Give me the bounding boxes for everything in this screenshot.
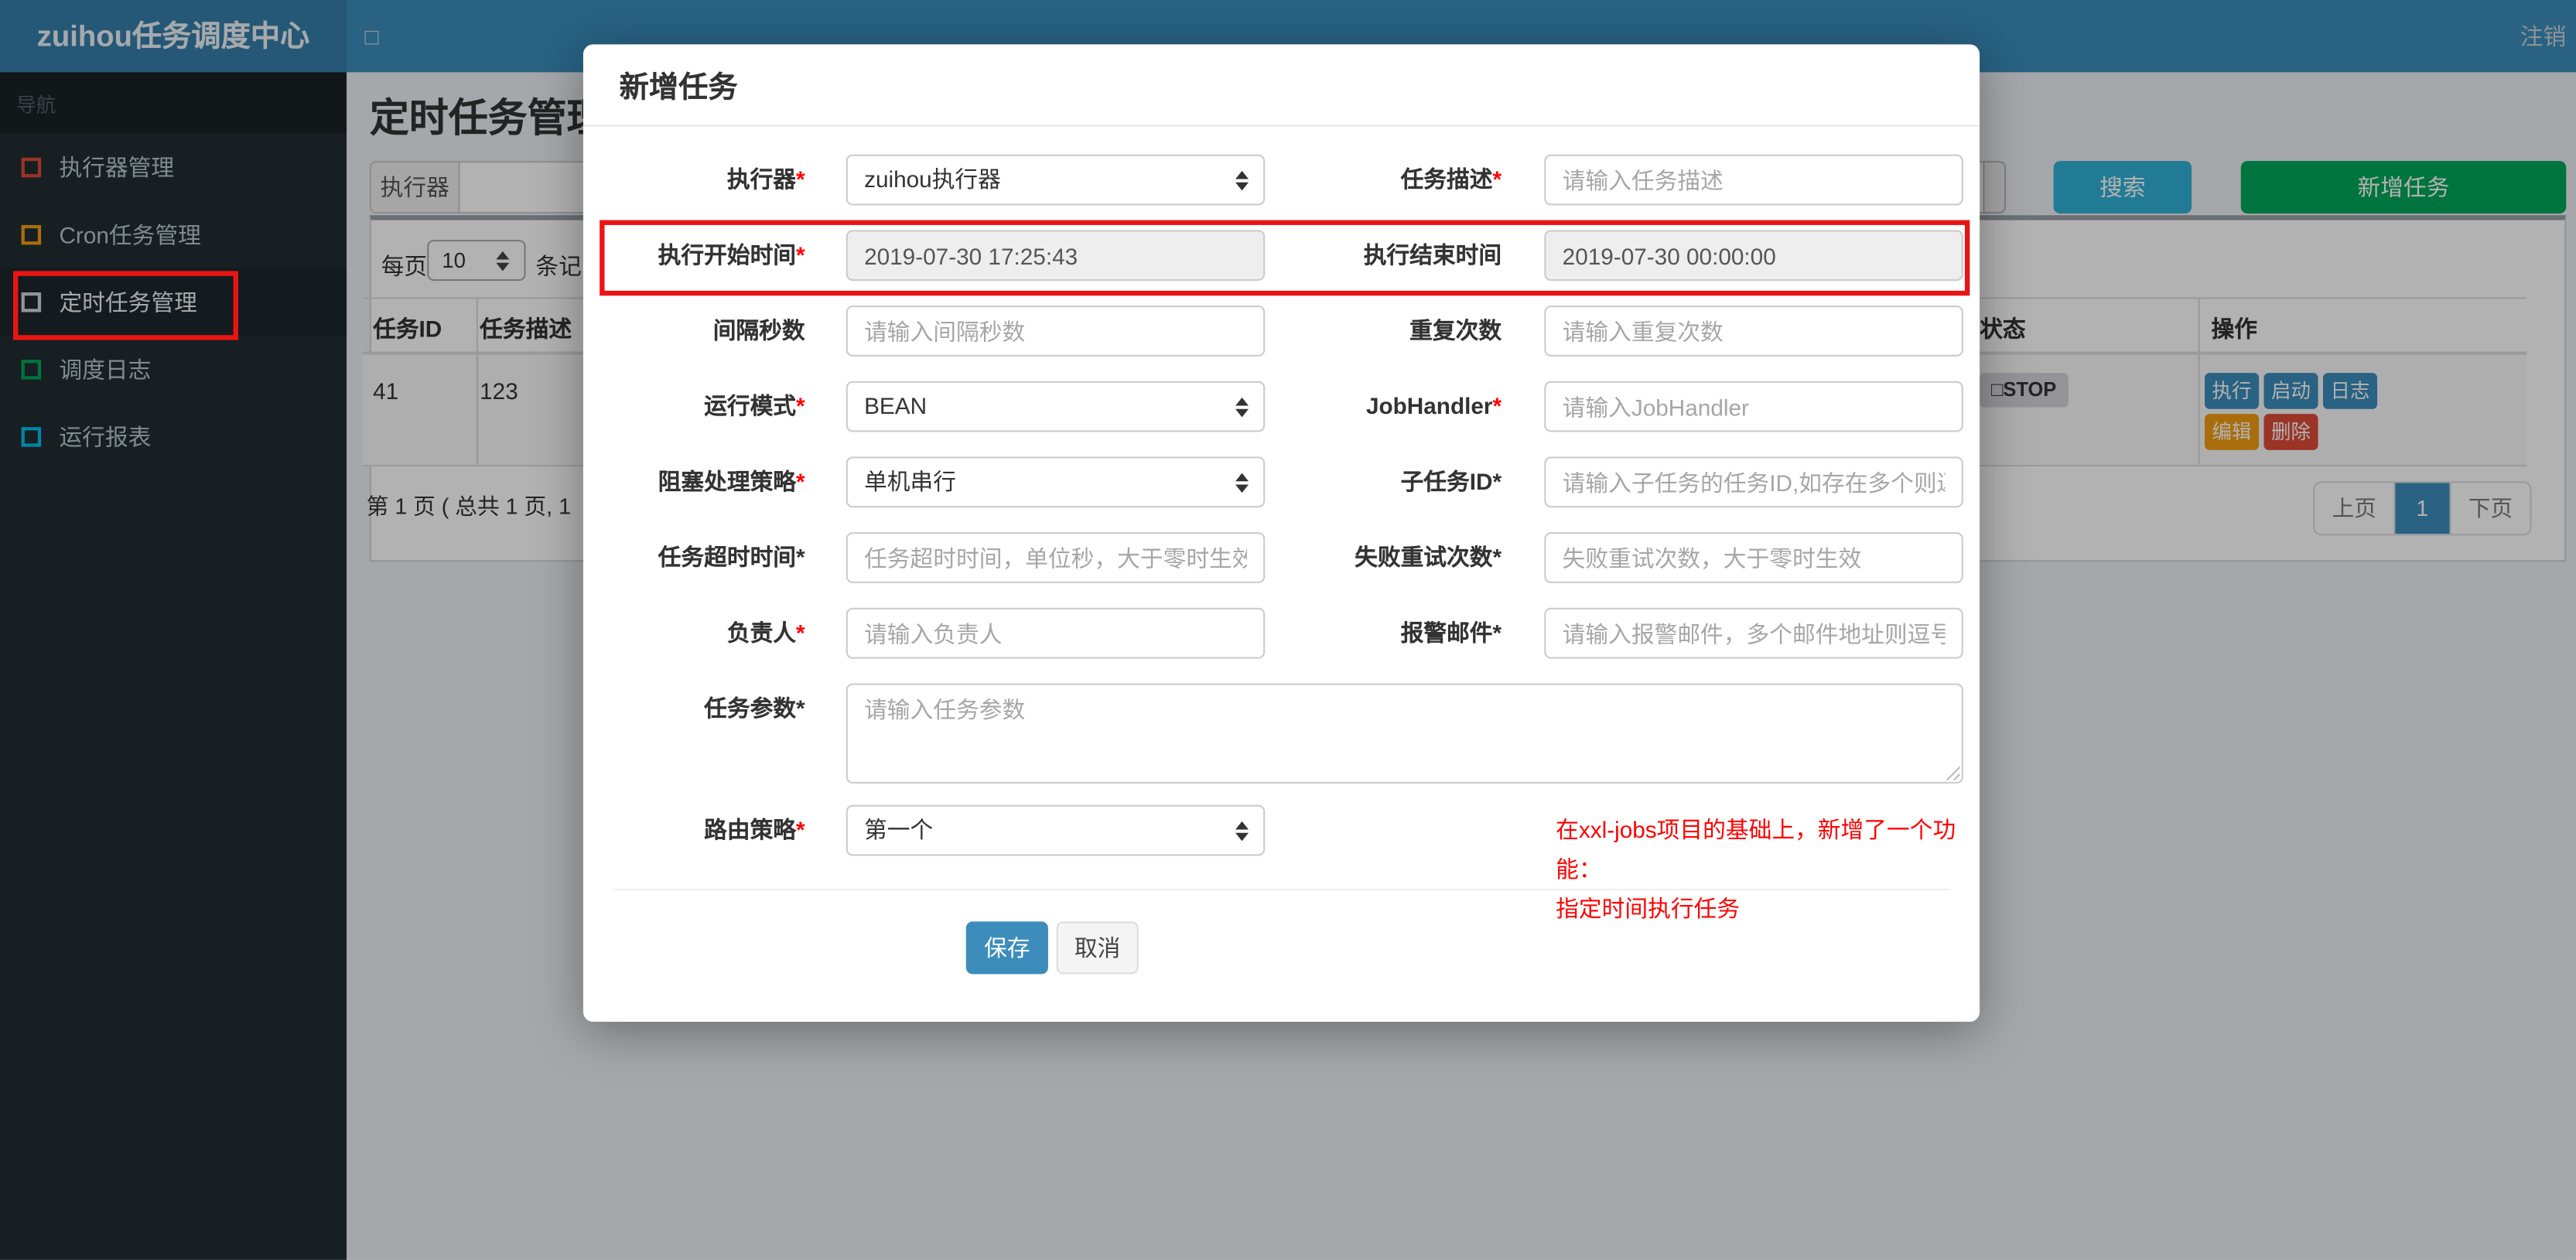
start-time-label: 执行开始时间* — [658, 241, 805, 268]
feature-note-line2: 指定时间执行任务 — [1556, 895, 1741, 922]
alarm-email-input[interactable] — [1544, 607, 1963, 659]
job-param-textarea[interactable] — [846, 683, 1963, 784]
timeout-label: 任务超时时间* — [658, 543, 805, 570]
route-strategy-label: 路由策略* — [704, 816, 805, 843]
end-time-input[interactable] — [1544, 230, 1963, 282]
task-desc-label: 任务描述* — [1400, 166, 1502, 193]
save-button[interactable]: 保存 — [965, 921, 1048, 975]
task-desc-input[interactable] — [1544, 154, 1963, 206]
start-time-input[interactable] — [846, 230, 1266, 282]
jobhandler-input[interactable] — [1544, 381, 1963, 432]
app-window: zuihou任务调度中心 □ 注销 导航 执行器管理 Cron任务管理 定时任务… — [0, 0, 2576, 1260]
cancel-button[interactable]: 取消 — [1056, 921, 1139, 975]
block-strategy-label: 阻塞处理策略* — [658, 468, 805, 495]
add-task-modal: 新增任务 执行器* zuihou执行器 任务描述* 执行开始时间* 执行结束时间… — [583, 44, 1980, 1022]
interval-seconds-input[interactable] — [846, 306, 1266, 357]
route-strategy-select[interactable]: 第一个 — [846, 804, 1266, 856]
jobhandler-label: JobHandler* — [1365, 392, 1502, 419]
fail-retry-input[interactable] — [1544, 532, 1963, 583]
modal-title: 新增任务 — [619, 70, 738, 103]
child-job-id-label: 子任务ID* — [1400, 468, 1502, 495]
select-arrows-icon — [1235, 820, 1249, 841]
job-param-label: 任务参数* — [704, 695, 805, 722]
feature-note-line1: 在xxl-jobs项目的基础上，新增了一个功能： — [1556, 816, 1956, 883]
owner-label: 负责人* — [726, 619, 805, 646]
feature-note: 在xxl-jobs项目的基础上，新增了一个功能： 指定时间执行任务 — [1556, 810, 1983, 928]
executor-select[interactable]: zuihou执行器 — [846, 154, 1266, 206]
executor-label: 执行器* — [726, 166, 805, 193]
child-job-id-input[interactable] — [1544, 456, 1963, 508]
repeat-count-label: 重复次数 — [1409, 316, 1502, 343]
alarm-email-label: 报警邮件* — [1400, 619, 1502, 646]
run-mode-select[interactable]: BEAN — [846, 381, 1266, 432]
owner-input[interactable] — [846, 607, 1266, 659]
repeat-count-input[interactable] — [1544, 306, 1963, 357]
fail-retry-label: 失败重试次数* — [1355, 543, 1502, 570]
run-mode-label: 运行模式* — [704, 392, 805, 419]
interval-seconds-label: 间隔秒数 — [712, 316, 805, 343]
modal-header: 新增任务 — [583, 44, 1980, 127]
end-time-label: 执行结束时间 — [1363, 241, 1502, 268]
timeout-input[interactable] — [846, 532, 1266, 583]
block-strategy-select[interactable]: 单机串行 — [846, 456, 1266, 508]
modal-divider — [613, 888, 1950, 891]
